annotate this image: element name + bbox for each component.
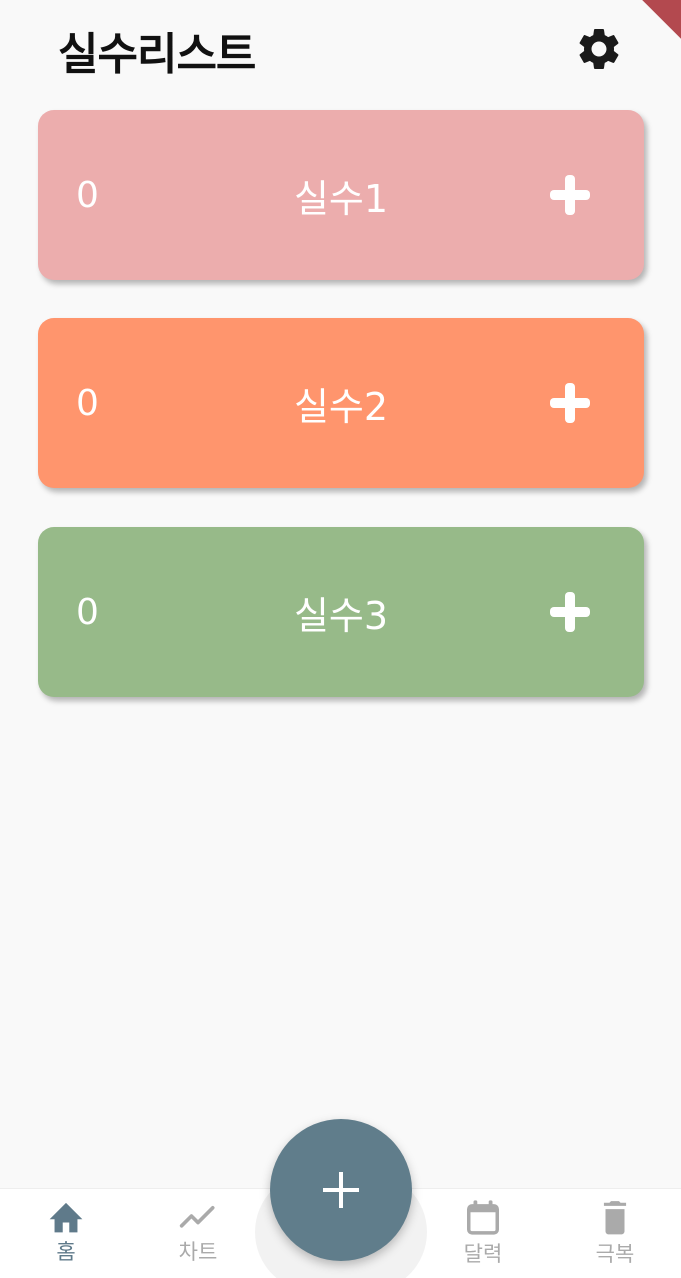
nav-label: 홈 bbox=[56, 1240, 76, 1264]
plus-icon[interactable] bbox=[546, 171, 594, 219]
add-mistake-fab[interactable] bbox=[270, 1119, 412, 1261]
debug-banner bbox=[621, 0, 681, 40]
plus-icon[interactable] bbox=[546, 379, 594, 427]
nav-item-home[interactable]: 홈 bbox=[11, 1198, 121, 1268]
nav-item-calendar[interactable]: 달력 bbox=[428, 1198, 538, 1268]
trash-icon bbox=[603, 1201, 627, 1235]
nav-item-overcome[interactable]: 극복 bbox=[560, 1198, 670, 1268]
calendar-icon bbox=[467, 1200, 499, 1235]
plus-icon[interactable] bbox=[546, 588, 594, 636]
home-icon bbox=[49, 1202, 83, 1233]
plus-icon bbox=[323, 1172, 359, 1208]
screen: 실수리스트 0 실수1 0 실수2 0 실수3 홈 차트 달력 극복 bbox=[0, 0, 681, 1278]
mistake-card[interactable]: 0 실수3 bbox=[38, 527, 644, 697]
nav-label: 달력 bbox=[463, 1242, 503, 1266]
gear-icon bbox=[579, 28, 619, 70]
nav-label: 차트 bbox=[178, 1240, 218, 1264]
mistake-card[interactable]: 0 실수1 bbox=[38, 110, 644, 280]
settings-button[interactable] bbox=[572, 22, 626, 76]
page-title: 실수리스트 bbox=[58, 29, 256, 80]
mistake-count: 0 bbox=[76, 382, 99, 424]
mistake-count: 0 bbox=[76, 174, 99, 216]
nav-item-chart[interactable]: 차트 bbox=[143, 1198, 253, 1268]
mistake-card[interactable]: 0 실수2 bbox=[38, 318, 644, 488]
trending-up-icon bbox=[179, 1206, 215, 1228]
nav-label: 극복 bbox=[595, 1242, 635, 1266]
mistake-count: 0 bbox=[76, 591, 99, 633]
